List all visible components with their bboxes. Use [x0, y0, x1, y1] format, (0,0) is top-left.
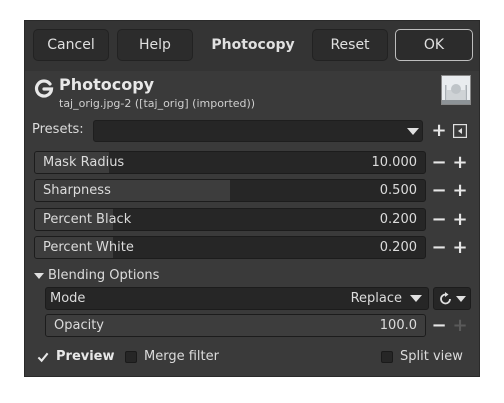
merge-filter-label: Merge filter: [144, 349, 219, 364]
mode-combo[interactable]: Mode Replace: [45, 287, 429, 310]
blending-options-label: Blending Options: [48, 268, 160, 283]
dialog-title: Photocopy: [211, 37, 295, 53]
checkmark-icon: [37, 352, 49, 363]
sharpness-plus-button[interactable]: +: [450, 181, 470, 201]
mask-radius-label: Mask Radius: [43, 155, 125, 170]
filter-title: Photocopy: [59, 75, 155, 94]
percent-black-minus-button[interactable]: −: [429, 210, 449, 230]
mask-radius-plus-button[interactable]: +: [450, 153, 470, 173]
percent-black-spinscale[interactable]: Percent Black 0.200: [34, 208, 426, 231]
opacity-label: Opacity: [54, 318, 105, 333]
mask-radius-value: 10.000: [371, 155, 418, 170]
percent-black-label: Percent Black: [43, 212, 132, 227]
split-view-box: [381, 351, 393, 363]
mode-label: Mode: [50, 291, 86, 306]
help-button[interactable]: Help: [117, 29, 193, 61]
image-subtitle: taj_orig.jpg-2 ([taj_orig] (imported)): [59, 97, 256, 110]
preset-menu-icon[interactable]: [453, 124, 467, 138]
dialog-button-bar: Cancel Help Photocopy Reset OK: [25, 21, 479, 71]
presets-label: Presets:: [32, 122, 84, 137]
percent-white-label: Percent White: [43, 240, 134, 255]
percent-black-plus-button[interactable]: +: [450, 210, 470, 230]
reset-arrow-icon: [440, 292, 451, 305]
opacity-value: 100.0: [379, 318, 417, 333]
merge-filter-checkbox[interactable]: Merge filter: [125, 349, 235, 367]
opacity-plus-button: +: [452, 315, 468, 336]
add-preset-icon[interactable]: +: [429, 121, 449, 141]
merge-filter-box: [125, 351, 137, 363]
split-view-label: Split view: [400, 349, 463, 364]
taj-thumbnail-icon: [442, 76, 470, 104]
percent-white-spinscale[interactable]: Percent White 0.200: [34, 236, 426, 259]
preview-label: Preview: [56, 349, 115, 364]
chevron-down-icon: [456, 296, 466, 302]
opacity-spinscale[interactable]: Opacity 100.0: [45, 314, 426, 337]
percent-black-value: 0.200: [379, 212, 417, 227]
sharpness-minus-button[interactable]: −: [429, 181, 449, 201]
gimp-g-icon: [34, 79, 54, 98]
photocopy-dialog: Cancel Help Photocopy Reset OK Photocopy…: [24, 20, 480, 377]
presets-combo[interactable]: [93, 120, 423, 142]
split-view-checkbox[interactable]: Split view: [381, 349, 471, 367]
opacity-minus-button[interactable]: −: [429, 316, 449, 336]
composite-mode-button[interactable]: [433, 287, 471, 310]
expander-arrow-icon: [34, 273, 44, 279]
chevron-down-icon: [410, 295, 422, 302]
image-thumbnail: [441, 75, 471, 105]
percent-white-plus-button[interactable]: +: [450, 238, 470, 258]
mask-radius-spinscale[interactable]: Mask Radius 10.000: [34, 151, 426, 174]
mode-value: Replace: [350, 291, 402, 306]
percent-white-value: 0.200: [379, 240, 417, 255]
mask-radius-minus-button[interactable]: −: [429, 153, 449, 173]
cancel-button[interactable]: Cancel: [33, 29, 109, 61]
sharpness-label: Sharpness: [43, 183, 111, 198]
sharpness-value: 0.500: [379, 183, 417, 198]
reset-button[interactable]: Reset: [312, 29, 388, 61]
percent-white-minus-button[interactable]: −: [429, 238, 449, 258]
ok-button[interactable]: OK: [395, 29, 473, 61]
preview-checkbox[interactable]: Preview: [37, 349, 117, 367]
sharpness-spinscale[interactable]: Sharpness 0.500: [34, 179, 426, 202]
chevron-down-icon: [407, 128, 419, 135]
